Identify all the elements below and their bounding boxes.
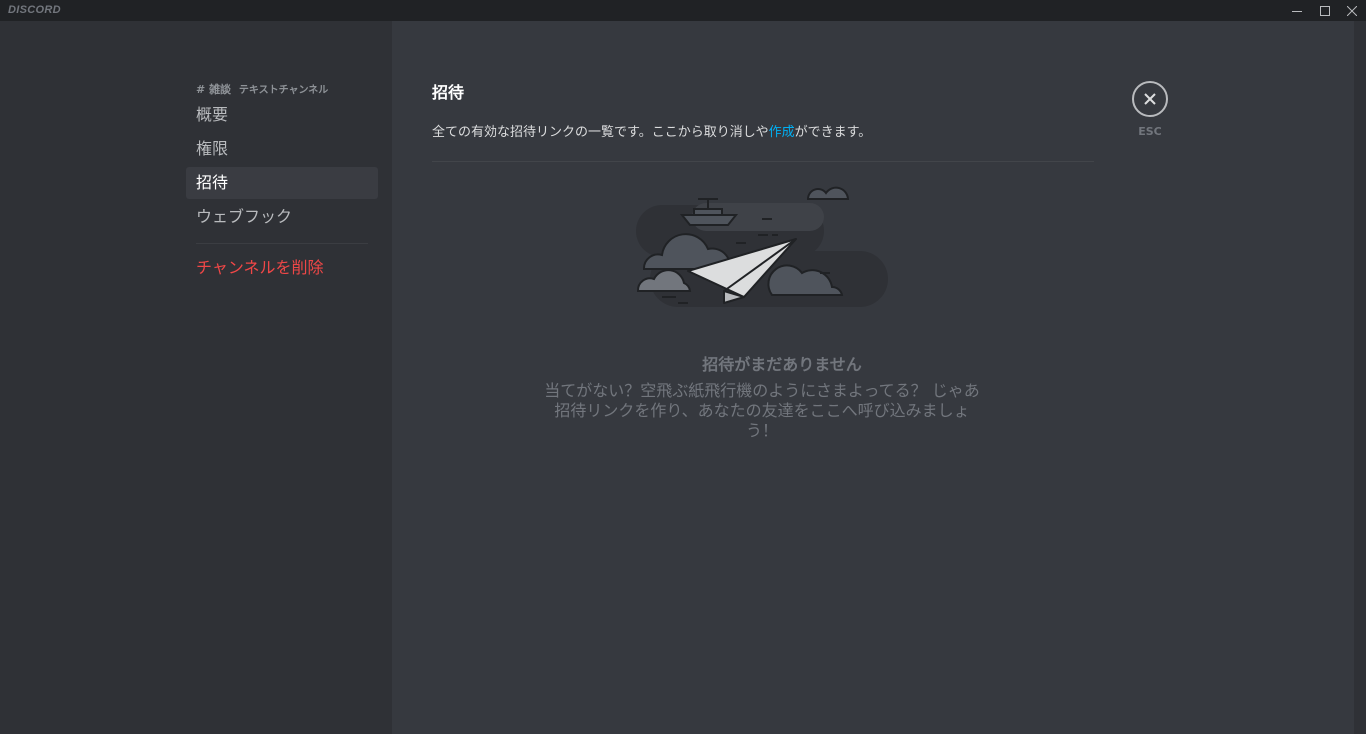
sidebar-header: # 雑談 テキストチャンネル	[186, 81, 378, 97]
channel-hash-icon: #	[196, 83, 206, 96]
esc-label: ESC	[1138, 125, 1162, 138]
title-bar: DISCORD	[0, 0, 1366, 21]
sidebar-item-overview[interactable]: 概要	[186, 99, 378, 131]
empty-state-body: 当てがない？空飛ぶ紙飛行機のようにさまよってる？ じゃあ招待リンクを作り、あなた…	[544, 381, 980, 440]
create-invite-link[interactable]: 作成	[769, 125, 795, 140]
close-icon	[1347, 5, 1357, 16]
minimize-icon	[1292, 10, 1302, 12]
sidebar-item-permissions[interactable]: 権限	[186, 133, 378, 165]
invites-panel: 招待 全ての有効な招待リンクの一覧です。ここから取り消しや作成ができます。 ES…	[392, 21, 1354, 734]
paper-airplane-clouds-illustration	[636, 186, 888, 307]
window-close-button[interactable]	[1338, 0, 1366, 21]
close-settings-button[interactable]	[1132, 81, 1168, 117]
description-text: 全ての有効な招待リンクの一覧です。ここから取り消しや	[432, 125, 769, 140]
empty-state-title: 招待がまだありません	[702, 355, 862, 374]
maximize-button[interactable]	[1311, 0, 1339, 21]
sidebar-divider	[196, 243, 368, 244]
delete-channel-button[interactable]: チャンネルを削除	[186, 252, 378, 284]
page-description: 全ての有効な招待リンクの一覧です。ここから取り消しや作成ができます。	[432, 121, 871, 140]
close-settings: ESC	[1132, 81, 1168, 138]
page-title: 招待	[432, 83, 465, 102]
settings-sidebar: # 雑談 テキストチャンネル 概要 権限 招待 ウェブフック チャンネルを削除	[0, 21, 392, 734]
close-circle-icon	[1144, 93, 1156, 105]
minimize-button[interactable]	[1283, 0, 1311, 21]
content-divider	[432, 161, 1094, 162]
sidebar-item-webhooks[interactable]: ウェブフック	[186, 201, 378, 233]
description-text-end: ができます。	[794, 125, 872, 140]
channel-name: 雑談	[209, 83, 232, 96]
sidebar-item-invites[interactable]: 招待	[186, 167, 378, 199]
channel-type: テキストチャンネル	[238, 85, 329, 96]
maximize-icon	[1320, 5, 1330, 16]
discord-logo: DISCORD	[8, 4, 61, 16]
scrollbar-track[interactable]	[1354, 21, 1366, 734]
